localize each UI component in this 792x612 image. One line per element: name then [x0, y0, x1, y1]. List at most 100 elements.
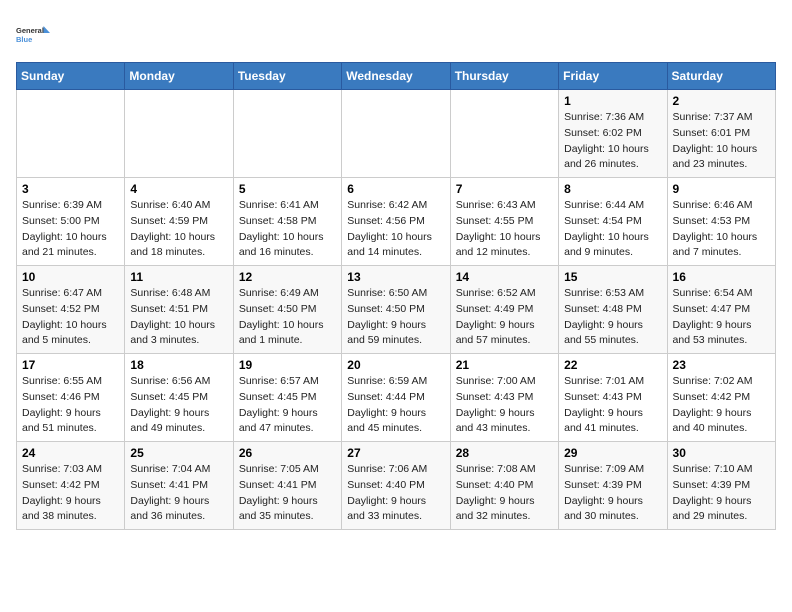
- day-info: Sunrise: 6:57 AM Sunset: 4:45 PM Dayligh…: [239, 374, 336, 437]
- calendar-cell: 4 Sunrise: 6:40 AM Sunset: 4:59 PM Daylig…: [125, 178, 233, 266]
- calendar-cell: 2Sunrise: 7:37 AM Sunset: 6:01 PM Daylig…: [667, 90, 775, 178]
- calendar-cell: 26Sunrise: 7:05 AM Sunset: 4:41 PM Dayli…: [233, 442, 341, 530]
- calendar-cell: 14 Sunrise: 6:52 AM Sunset: 4:49 PM Dayli…: [450, 266, 558, 354]
- calendar-cell: 10 Sunrise: 6:47 AM Sunset: 4:52 PM Dayli…: [17, 266, 125, 354]
- weekday-header-tuesday: Tuesday: [233, 63, 341, 90]
- day-info: Sunrise: 6:59 AM Sunset: 4:44 PM Dayligh…: [347, 374, 444, 437]
- logo: GeneralBlue: [16, 16, 52, 52]
- day-info: Sunrise: 6:41 AM Sunset: 4:58 PM Dayligh…: [239, 198, 336, 261]
- calendar-table: SundayMondayTuesdayWednesdayThursdayFrid…: [16, 62, 776, 530]
- calendar-cell: [233, 90, 341, 178]
- calendar-cell: 20 Sunrise: 6:59 AM Sunset: 4:44 PM Dayli…: [342, 354, 450, 442]
- calendar-cell: 7Sunrise: 6:43 AM Sunset: 4:55 PM Daylig…: [450, 178, 558, 266]
- day-number: 20: [347, 358, 444, 372]
- calendar-cell: 17 Sunrise: 6:55 AM Sunset: 4:46 PM Dayli…: [17, 354, 125, 442]
- day-number: 11: [130, 270, 227, 284]
- day-info: Sunrise: 6:53 AM Sunset: 4:48 PM Dayligh…: [564, 286, 661, 349]
- day-number: 29: [564, 446, 661, 460]
- day-number: 5: [239, 182, 336, 196]
- logo-icon: GeneralBlue: [16, 16, 52, 52]
- calendar-cell: 11 Sunrise: 6:48 AM Sunset: 4:51 PM Dayli…: [125, 266, 233, 354]
- day-number: 16: [673, 270, 770, 284]
- day-number: 25: [130, 446, 227, 460]
- day-info: Sunrise: 6:56 AM Sunset: 4:45 PM Dayligh…: [130, 374, 227, 437]
- calendar-cell: 18Sunrise: 6:56 AM Sunset: 4:45 PM Dayli…: [125, 354, 233, 442]
- day-number: 2: [673, 94, 770, 108]
- day-info: Sunrise: 7:00 AM Sunset: 4:43 PM Dayligh…: [456, 374, 553, 437]
- calendar-cell: 8 Sunrise: 6:44 AM Sunset: 4:54 PM Daylig…: [559, 178, 667, 266]
- day-number: 22: [564, 358, 661, 372]
- calendar-cell: 3 Sunrise: 6:39 AM Sunset: 5:00 PM Daylig…: [17, 178, 125, 266]
- day-info: Sunrise: 7:10 AM Sunset: 4:39 PM Dayligh…: [673, 462, 770, 525]
- svg-text:General: General: [16, 26, 44, 35]
- day-number: 28: [456, 446, 553, 460]
- day-info: Sunrise: 7:04 AM Sunset: 4:41 PM Dayligh…: [130, 462, 227, 525]
- calendar-cell: [342, 90, 450, 178]
- day-number: 1: [564, 94, 661, 108]
- day-info: Sunrise: 6:39 AM Sunset: 5:00 PM Dayligh…: [22, 198, 119, 261]
- day-number: 17: [22, 358, 119, 372]
- day-info: Sunrise: 6:52 AM Sunset: 4:49 PM Dayligh…: [456, 286, 553, 349]
- calendar-cell: 21 Sunrise: 7:00 AM Sunset: 4:43 PM Dayli…: [450, 354, 558, 442]
- day-info: Sunrise: 6:42 AM Sunset: 4:56 PM Dayligh…: [347, 198, 444, 261]
- calendar-cell: 5 Sunrise: 6:41 AM Sunset: 4:58 PM Daylig…: [233, 178, 341, 266]
- day-number: 21: [456, 358, 553, 372]
- weekday-header-friday: Friday: [559, 63, 667, 90]
- day-info: Sunrise: 7:09 AM Sunset: 4:39 PM Dayligh…: [564, 462, 661, 525]
- day-info: Sunrise: 7:06 AM Sunset: 4:40 PM Dayligh…: [347, 462, 444, 525]
- calendar-cell: [17, 90, 125, 178]
- svg-text:Blue: Blue: [16, 35, 32, 44]
- calendar-cell: 28 Sunrise: 7:08 AM Sunset: 4:40 PM Dayli…: [450, 442, 558, 530]
- calendar-cell: [450, 90, 558, 178]
- day-number: 3: [22, 182, 119, 196]
- day-number: 6: [347, 182, 444, 196]
- day-number: 12: [239, 270, 336, 284]
- calendar-cell: [125, 90, 233, 178]
- day-number: 14: [456, 270, 553, 284]
- day-info: Sunrise: 7:05 AM Sunset: 4:41 PM Dayligh…: [239, 462, 336, 525]
- day-number: 23: [673, 358, 770, 372]
- calendar-cell: 16 Sunrise: 6:54 AM Sunset: 4:47 PM Dayli…: [667, 266, 775, 354]
- calendar-cell: 13Sunrise: 6:50 AM Sunset: 4:50 PM Dayli…: [342, 266, 450, 354]
- calendar-cell: 12 Sunrise: 6:49 AM Sunset: 4:50 PM Dayli…: [233, 266, 341, 354]
- day-number: 4: [130, 182, 227, 196]
- day-number: 13: [347, 270, 444, 284]
- weekday-header-sunday: Sunday: [17, 63, 125, 90]
- day-info: Sunrise: 7:01 AM Sunset: 4:43 PM Dayligh…: [564, 374, 661, 437]
- day-info: Sunrise: 6:46 AM Sunset: 4:53 PM Dayligh…: [673, 198, 770, 261]
- day-number: 24: [22, 446, 119, 460]
- calendar-cell: 25 Sunrise: 7:04 AM Sunset: 4:41 PM Dayli…: [125, 442, 233, 530]
- day-info: Sunrise: 7:02 AM Sunset: 4:42 PM Dayligh…: [673, 374, 770, 437]
- page-header: GeneralBlue: [16, 16, 776, 52]
- day-info: Sunrise: 6:48 AM Sunset: 4:51 PM Dayligh…: [130, 286, 227, 349]
- day-number: 30: [673, 446, 770, 460]
- calendar-cell: 24Sunrise: 7:03 AM Sunset: 4:42 PM Dayli…: [17, 442, 125, 530]
- calendar-cell: 15Sunrise: 6:53 AM Sunset: 4:48 PM Dayli…: [559, 266, 667, 354]
- calendar-cell: 29 Sunrise: 7:09 AM Sunset: 4:39 PM Dayli…: [559, 442, 667, 530]
- weekday-header-saturday: Saturday: [667, 63, 775, 90]
- day-info: Sunrise: 6:47 AM Sunset: 4:52 PM Dayligh…: [22, 286, 119, 349]
- calendar-cell: 19Sunrise: 6:57 AM Sunset: 4:45 PM Dayli…: [233, 354, 341, 442]
- day-number: 9: [673, 182, 770, 196]
- day-info: Sunrise: 6:43 AM Sunset: 4:55 PM Dayligh…: [456, 198, 553, 261]
- calendar-cell: 23 Sunrise: 7:02 AM Sunset: 4:42 PM Dayli…: [667, 354, 775, 442]
- calendar-cell: 30 Sunrise: 7:10 AM Sunset: 4:39 PM Dayli…: [667, 442, 775, 530]
- day-info: Sunrise: 6:54 AM Sunset: 4:47 PM Dayligh…: [673, 286, 770, 349]
- calendar-cell: 27 Sunrise: 7:06 AM Sunset: 4:40 PM Dayli…: [342, 442, 450, 530]
- weekday-header-wednesday: Wednesday: [342, 63, 450, 90]
- day-info: Sunrise: 6:44 AM Sunset: 4:54 PM Dayligh…: [564, 198, 661, 261]
- day-info: Sunrise: 7:08 AM Sunset: 4:40 PM Dayligh…: [456, 462, 553, 525]
- weekday-header-monday: Monday: [125, 63, 233, 90]
- day-info: Sunrise: 6:40 AM Sunset: 4:59 PM Dayligh…: [130, 198, 227, 261]
- day-info: Sunrise: 6:49 AM Sunset: 4:50 PM Dayligh…: [239, 286, 336, 349]
- day-info: Sunrise: 6:55 AM Sunset: 4:46 PM Dayligh…: [22, 374, 119, 437]
- day-info: Sunrise: 7:36 AM Sunset: 6:02 PM Dayligh…: [564, 110, 661, 173]
- weekday-header-thursday: Thursday: [450, 63, 558, 90]
- day-number: 8: [564, 182, 661, 196]
- calendar-cell: 22 Sunrise: 7:01 AM Sunset: 4:43 PM Dayli…: [559, 354, 667, 442]
- calendar-cell: 1 Sunrise: 7:36 AM Sunset: 6:02 PM Daylig…: [559, 90, 667, 178]
- calendar-cell: 6 Sunrise: 6:42 AM Sunset: 4:56 PM Daylig…: [342, 178, 450, 266]
- day-number: 10: [22, 270, 119, 284]
- day-number: 27: [347, 446, 444, 460]
- calendar-cell: 9 Sunrise: 6:46 AM Sunset: 4:53 PM Daylig…: [667, 178, 775, 266]
